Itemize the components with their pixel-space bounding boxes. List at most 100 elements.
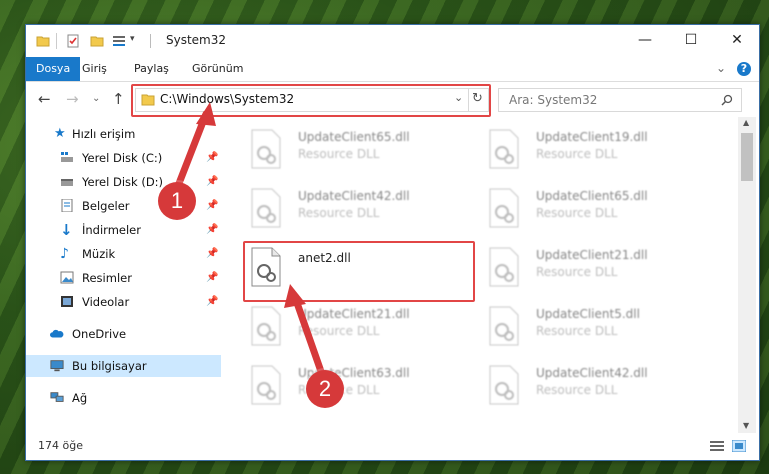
video-icon xyxy=(61,296,73,307)
scrollbar-thumb[interactable] xyxy=(741,133,753,181)
cloud-icon xyxy=(50,329,64,338)
file-name: UpdateClient42.dll xyxy=(536,366,648,380)
sidebar-item-pictures[interactable]: Resimler 📌 xyxy=(26,267,221,289)
new-folder-icon[interactable] xyxy=(90,34,104,48)
file-name: UpdateClient19.dll xyxy=(536,130,648,144)
file-type: Resource DLL xyxy=(536,383,618,397)
ribbon-tabs: Dosya Giriş Paylaş Görünüm ⌄ ? xyxy=(26,57,759,82)
file-item[interactable]: UpdateClient21.dll Resource DLL xyxy=(250,304,480,352)
tab-home[interactable]: Giriş xyxy=(72,57,117,81)
file-item[interactable]: UpdateClient65.dll Resource DLL xyxy=(488,186,718,234)
drive-icon xyxy=(61,179,73,186)
dll-file-icon xyxy=(489,129,519,169)
large-icons-view-icon[interactable] xyxy=(732,440,746,452)
recent-locations-icon[interactable]: ⌄ xyxy=(92,93,100,104)
forward-button[interactable]: → xyxy=(66,90,79,108)
file-type: Resource DLL xyxy=(298,206,380,220)
sidebar-label: OneDrive xyxy=(72,327,127,341)
sidebar-item-downloads[interactable]: ↓ İndirmeler 📌 xyxy=(26,219,221,241)
maximize-button[interactable]: ☐ xyxy=(668,25,714,55)
vertical-scrollbar[interactable]: ▲ ▼ xyxy=(738,117,756,433)
search-icon[interactable] xyxy=(721,94,733,106)
dll-file-icon xyxy=(489,306,519,346)
close-button[interactable]: ✕ xyxy=(714,25,760,55)
pin-icon[interactable]: 📌 xyxy=(206,171,218,193)
navigation-pane: ★ Hızlı erişim Yerel Disk (C:) 📌 Yerel D… xyxy=(26,117,221,435)
pin-icon[interactable]: 📌 xyxy=(206,195,218,217)
window-title: System32 xyxy=(166,33,227,47)
details-view-icon[interactable] xyxy=(710,440,724,452)
minimize-button[interactable]: — xyxy=(622,25,668,55)
dll-file-icon xyxy=(251,129,281,169)
search-placeholder[interactable]: Ara: System32 xyxy=(509,93,597,107)
dll-file-icon xyxy=(251,188,281,228)
scroll-up-icon[interactable]: ▲ xyxy=(743,118,749,127)
sidebar-item-local-disk-c[interactable]: Yerel Disk (C:) 📌 xyxy=(26,147,221,169)
sidebar-item-quick-access[interactable]: ★ Hızlı erişim xyxy=(26,123,221,145)
back-button[interactable]: ← xyxy=(38,90,51,108)
quick-access-dropdown-icon[interactable]: ▾ xyxy=(130,34,135,44)
sidebar-label: Müzik xyxy=(82,247,116,261)
star-icon: ★ xyxy=(54,126,66,141)
address-highlight-box xyxy=(131,84,491,117)
sidebar-item-music[interactable]: ♪ Müzik 📌 xyxy=(26,243,221,265)
sidebar-label: Resimler xyxy=(82,271,132,285)
pin-icon[interactable]: 📌 xyxy=(206,147,218,169)
title-separator xyxy=(150,34,151,48)
sidebar-label: İndirmeler xyxy=(82,223,141,237)
sidebar-label: Yerel Disk (D:) xyxy=(82,175,164,189)
file-type: Resource DLL xyxy=(536,147,618,161)
scroll-down-icon[interactable]: ▼ xyxy=(743,421,749,430)
sidebar-label: Hızlı erişim xyxy=(72,127,136,141)
pin-icon[interactable]: 📌 xyxy=(206,291,218,313)
file-name: UpdateClient21.dll xyxy=(536,248,648,262)
file-item[interactable]: UpdateClient65.dll Resource DLL xyxy=(250,127,480,175)
step-marker-2: 2 xyxy=(306,370,344,408)
file-item[interactable]: UpdateClient19.dll Resource DLL xyxy=(488,127,718,175)
expand-ribbon-icon[interactable]: ⌄ xyxy=(716,61,726,75)
sidebar-item-this-pc[interactable]: Bu bilgisayar xyxy=(26,355,221,377)
file-type: Resource DLL xyxy=(536,324,618,338)
file-item[interactable]: UpdateClient42.dll Resource DLL xyxy=(488,363,718,411)
sidebar-item-network[interactable]: Ağ xyxy=(26,387,221,409)
file-type: Resource DLL xyxy=(536,265,618,279)
network-icon xyxy=(50,392,64,402)
sidebar-label: Yerel Disk (C:) xyxy=(82,151,163,165)
file-item[interactable]: UpdateClient63.dll Resource DLL xyxy=(250,363,480,411)
file-item[interactable]: UpdateClient42.dll Resource DLL xyxy=(250,186,480,234)
computer-icon xyxy=(50,360,64,372)
file-item[interactable]: UpdateClient5.dll Resource DLL xyxy=(488,304,718,352)
file-name: UpdateClient65.dll xyxy=(298,130,410,144)
tab-share[interactable]: Paylaş xyxy=(124,57,179,81)
file-highlight-box xyxy=(243,241,475,302)
document-icon xyxy=(61,199,73,212)
drive-icon xyxy=(61,152,73,162)
pin-icon[interactable]: 📌 xyxy=(206,219,218,241)
tab-view[interactable]: Görünüm xyxy=(182,57,253,81)
navigation-bar: ← → ⌄ ↑ C:\Windows\System32 ⌄ ↻ Ara: Sys… xyxy=(26,82,759,117)
file-name: UpdateClient5.dll xyxy=(536,307,640,321)
pin-icon[interactable]: 📌 xyxy=(206,243,218,265)
file-item[interactable]: UpdateClient21.dll Resource DLL xyxy=(488,245,718,293)
dll-file-icon xyxy=(489,247,519,287)
file-name: UpdateClient21.dll xyxy=(298,307,410,321)
sidebar-label: Videolar xyxy=(82,295,130,309)
dll-file-icon xyxy=(251,365,281,405)
dll-file-icon xyxy=(489,365,519,405)
file-name: UpdateClient65.dll xyxy=(536,189,648,203)
file-name: UpdateClient42.dll xyxy=(298,189,410,203)
sidebar-label: Bu bilgisayar xyxy=(72,359,147,373)
file-type: Resource DLL xyxy=(298,324,380,338)
properties-icon[interactable] xyxy=(66,34,80,48)
sidebar-item-onedrive[interactable]: OneDrive xyxy=(26,323,221,345)
file-type: Resource DLL xyxy=(536,206,618,220)
customize-quick-access-icon[interactable] xyxy=(112,34,126,48)
item-count: 174 öğe xyxy=(38,439,83,452)
help-button[interactable]: ? xyxy=(737,62,751,76)
explorer-window: ▾ System32 — ☐ ✕ Dosya Giriş Paylaş Görü… xyxy=(25,24,760,461)
pin-icon[interactable]: 📌 xyxy=(206,267,218,289)
sidebar-item-videos[interactable]: Videolar 📌 xyxy=(26,291,221,313)
search-box[interactable]: Ara: System32 xyxy=(498,88,742,112)
step-marker-1: 1 xyxy=(158,182,196,220)
up-button[interactable]: ↑ xyxy=(112,90,125,108)
